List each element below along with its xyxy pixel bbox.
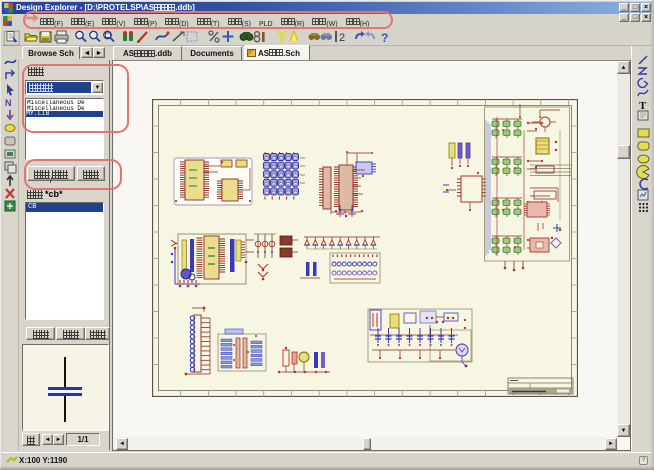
svg-text:T: T bbox=[639, 100, 647, 112]
svg-text:N: N bbox=[5, 98, 12, 108]
svg-text:2: 2 bbox=[339, 32, 345, 44]
svg-text:?: ? bbox=[381, 31, 388, 45]
